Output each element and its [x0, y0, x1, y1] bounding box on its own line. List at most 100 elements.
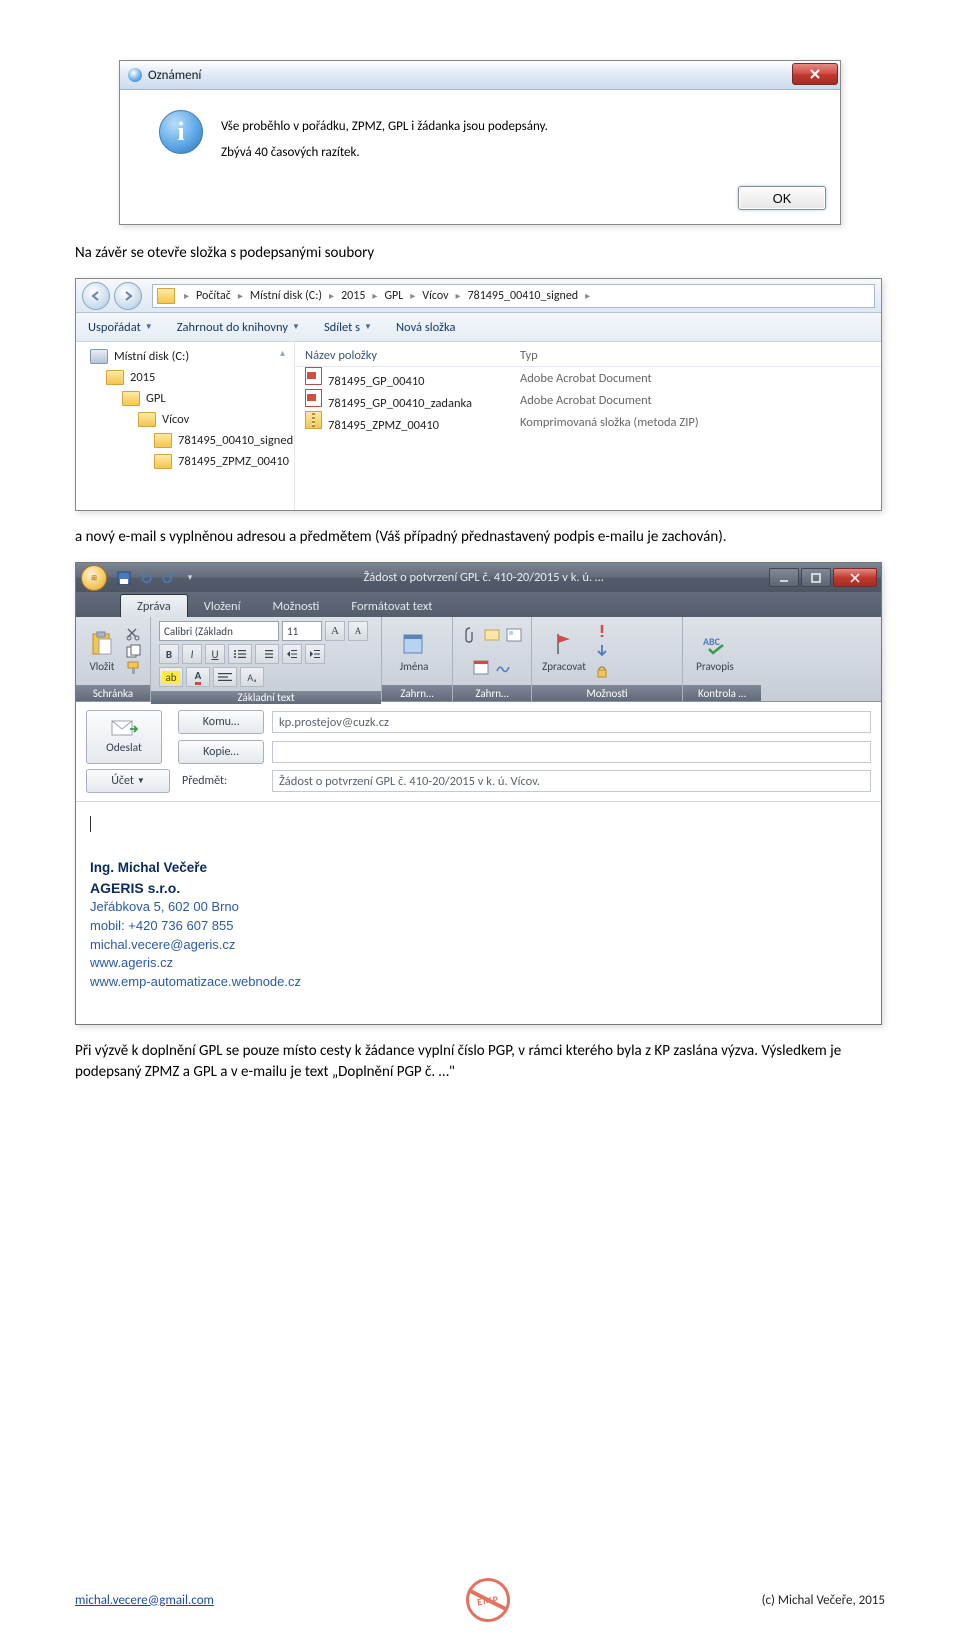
- tab-options[interactable]: Možnosti: [256, 595, 335, 617]
- font-size-dropdown[interactable]: 11: [282, 621, 322, 641]
- maximize-button[interactable]: [801, 568, 831, 587]
- shrink-font-button[interactable]: A: [348, 621, 368, 641]
- copy-icon[interactable]: [126, 644, 142, 658]
- toolbar-include-library[interactable]: Zahrnout do knihovny▼: [177, 320, 300, 335]
- toolbar-share[interactable]: Sdílet s▼: [324, 320, 372, 335]
- tab-format[interactable]: Formátovat text: [335, 595, 448, 617]
- crumb-4[interactable]: Vícov: [420, 289, 450, 303]
- list-header[interactable]: Název položky Typ: [295, 344, 881, 367]
- sig-email: michal.vecere@ageris.cz: [90, 936, 867, 955]
- explorer-toolbar: Uspořádat▼ Zahrnout do knihovny▼ Sdílet …: [76, 313, 881, 342]
- pdf-icon: [305, 367, 322, 385]
- close-button[interactable]: [833, 568, 877, 587]
- redo-icon: [161, 571, 175, 585]
- font-color-button[interactable]: A: [186, 667, 210, 687]
- app-icon: [128, 68, 142, 82]
- group-label-proofing: Kontrola …: [683, 685, 761, 701]
- numbering-button[interactable]: [255, 644, 279, 664]
- group-label-clipboard: Schránka: [76, 685, 150, 701]
- flag-icon: [553, 632, 575, 656]
- calendar-icon[interactable]: [472, 658, 490, 676]
- clear-format-button[interactable]: Aₐ: [240, 667, 264, 687]
- close-button[interactable]: [792, 63, 838, 85]
- business-card-icon[interactable]: [505, 626, 523, 644]
- ribbon-group-process: Zpracovat Možnosti: [532, 617, 683, 701]
- to-button[interactable]: Komu…: [178, 710, 264, 734]
- toolbar-new-folder[interactable]: Nová složka: [396, 320, 455, 335]
- crumb-3[interactable]: GPL: [382, 289, 405, 303]
- numbering-icon: [260, 649, 274, 659]
- group-label-basic-text: Základní text: [151, 691, 381, 704]
- nav-forward-button[interactable]: [114, 282, 142, 310]
- group-label-options: Možnosti: [532, 685, 682, 701]
- col-type-header[interactable]: Typ: [510, 348, 881, 363]
- format-painter-icon[interactable]: [126, 661, 142, 675]
- bullets-icon: [233, 649, 247, 659]
- dialog-title: Oznámení: [148, 68, 201, 83]
- arrow-right-icon: [122, 290, 134, 302]
- crumb-2[interactable]: 2015: [339, 289, 367, 303]
- message-body[interactable]: Ing. Michal Večeře AGERIS s.r.o. Jeřábko…: [76, 802, 881, 1024]
- nav-back-button[interactable]: [82, 282, 110, 310]
- permission-icon[interactable]: [594, 663, 610, 679]
- low-importance-icon[interactable]: [594, 643, 610, 659]
- qat-redo-button[interactable]: [160, 570, 176, 586]
- cc-field[interactable]: [272, 741, 871, 763]
- outlook-titlebar: ⊞ ▾ Žádost o potvrzení GPL č. 410-20/201…: [76, 563, 881, 592]
- tab-insert[interactable]: Vložení: [188, 595, 257, 617]
- account-button[interactable]: Účet▼: [86, 769, 170, 793]
- cut-icon[interactable]: [126, 627, 142, 641]
- qat-dropdown[interactable]: ▾: [182, 570, 198, 586]
- underline-button[interactable]: U: [205, 644, 225, 664]
- outdent-button[interactable]: [282, 644, 302, 664]
- subject-field[interactable]: Žádost o potvrzení GPL č. 410-20/2015 v …: [272, 770, 871, 792]
- paste-button[interactable]: Vložit: [84, 630, 120, 673]
- tab-message[interactable]: Zpráva: [120, 594, 188, 617]
- crumb-0[interactable]: Počítač: [194, 289, 233, 303]
- qat-undo-button[interactable]: [138, 570, 154, 586]
- crumb-5[interactable]: 781495_00410_signed: [466, 289, 581, 303]
- notification-dialog: Oznámení i Vše proběhlo v pořádku, ZPMZ,…: [119, 60, 841, 225]
- group-label-include: Zahrn…: [382, 685, 452, 701]
- drive-icon: [90, 349, 108, 364]
- tree-item: 2015: [76, 367, 294, 388]
- grow-font-button[interactable]: A: [325, 621, 345, 641]
- breadcrumb-bar[interactable]: ▸ Počítač▸ Místní disk (C:)▸ 2015▸ GPL▸ …: [152, 284, 875, 308]
- svg-text:ABC: ABC: [703, 635, 721, 648]
- attach-file-icon[interactable]: [461, 626, 479, 644]
- minimize-button[interactable]: [769, 568, 799, 587]
- to-field[interactable]: kp.prostejov@cuzk.cz: [272, 711, 871, 733]
- folder-tree[interactable]: ▴ Místní disk (C:) 2015 GPL Vícov 781495…: [76, 342, 295, 510]
- crumb-1[interactable]: Místní disk (C:): [248, 289, 324, 303]
- align-button[interactable]: [213, 667, 237, 687]
- window-title: Žádost o potvrzení GPL č. 410-20/2015 v …: [198, 570, 769, 585]
- indent-button[interactable]: [305, 644, 325, 664]
- font-name-dropdown[interactable]: Calibri (Základn: [159, 621, 279, 641]
- folder-icon: [106, 370, 124, 385]
- sig-firm: AGERIS s.r.o.: [90, 878, 867, 898]
- address-book-button[interactable]: Jména: [390, 630, 438, 673]
- spelling-button[interactable]: ABC Pravopis: [691, 630, 739, 673]
- italic-button[interactable]: I: [182, 644, 202, 664]
- office-orb-button[interactable]: ⊞: [76, 563, 112, 592]
- send-button[interactable]: Odeslat: [86, 710, 162, 764]
- folder-icon: [154, 433, 172, 448]
- high-importance-icon[interactable]: [594, 623, 610, 639]
- bullets-button[interactable]: [228, 644, 252, 664]
- ribbon-group-clipboard: Vložit Schránka: [76, 617, 151, 701]
- followup-button[interactable]: Zpracovat: [540, 630, 588, 673]
- clipboard-icon: [89, 631, 115, 657]
- pdf-icon: [305, 389, 322, 407]
- col-name-header[interactable]: Název položky: [295, 348, 510, 363]
- attach-item-icon[interactable]: [483, 626, 501, 644]
- indent-icon: [309, 649, 321, 659]
- file-list: Název položky Typ 781495_GP_00410 Adobe …: [295, 342, 881, 510]
- toolbar-arrange[interactable]: Uspořádat▼: [88, 320, 153, 335]
- qat-save-button[interactable]: [116, 570, 132, 586]
- highlight-button[interactable]: ab: [159, 667, 183, 687]
- ok-button[interactable]: OK: [738, 186, 826, 210]
- signature-icon[interactable]: [494, 658, 512, 676]
- tree-item: Místní disk (C:): [76, 346, 294, 367]
- bold-button[interactable]: B: [159, 644, 179, 664]
- cc-button[interactable]: Kopie…: [178, 740, 264, 764]
